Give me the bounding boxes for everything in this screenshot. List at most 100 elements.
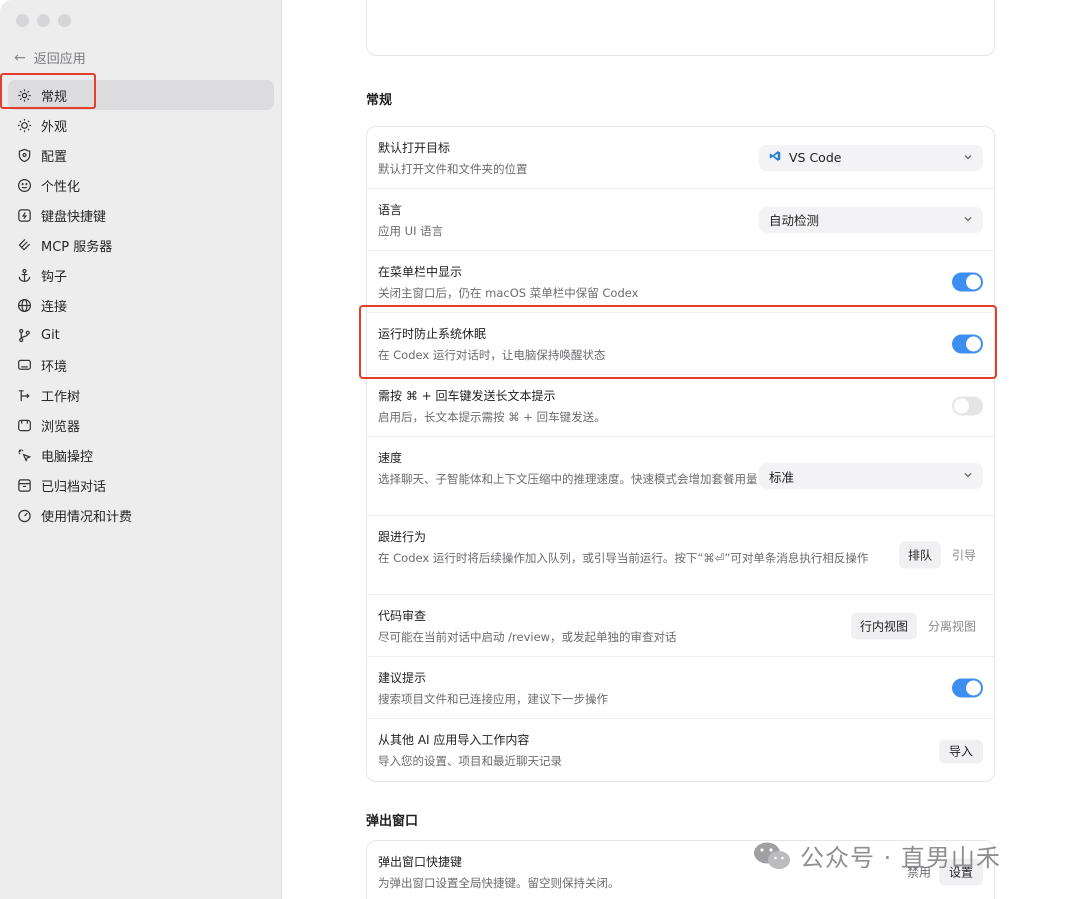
back-label: 返回应用 [33, 52, 86, 67]
mcp-icon [17, 238, 32, 253]
setting-desc: 应用 UI 语言 [378, 224, 444, 238]
setting-row-default-open-target: 默认打开目标 默认打开文件和文件夹的位置 VS Code [367, 127, 994, 189]
close-window-button[interactable] [16, 14, 29, 27]
sidebar-item-label: 键盘快捷键 [41, 209, 107, 225]
previous-card [366, 0, 995, 56]
split-view-option[interactable]: 分离视图 [921, 612, 983, 639]
minimize-window-button[interactable] [37, 14, 50, 27]
sidebar-item-keyboard-shortcuts[interactable]: 键盘快捷键 [8, 200, 274, 230]
setting-desc: 搜索项目文件和已连接应用，建议下一步操作 [378, 692, 608, 706]
section-title-general: 常规 [366, 93, 393, 108]
setting-title: 需按 ⌘ + 回车键发送长文本提示 [378, 389, 556, 403]
sidebar-item-worktree[interactable]: 工作树 [8, 380, 274, 410]
sidebar-item-label: 使用情况和计费 [41, 509, 133, 525]
sidebar-nav: 常规 外观 配置 个性化 键盘快捷键 MCP 服务器 钩子 连接 Git 环境 … [8, 80, 274, 530]
queue-option[interactable]: 排队 [898, 541, 941, 569]
steer-option[interactable]: 引导 [945, 542, 983, 569]
setting-row-follow-up: 跟进行为 在 Codex 运行时将后续操作加入队列，或引导当前运行。按下“⌘⏎”… [367, 516, 994, 595]
sidebar-item-label: 环境 [41, 359, 68, 375]
default-open-target-select[interactable]: VS Code [759, 144, 983, 171]
setting-desc: 为弹出窗口设置全局快捷键。留空则保持关闭。 [378, 876, 620, 890]
sidebar-item-connections[interactable]: 连接 [8, 290, 274, 320]
setting-desc: 启用后，长文本提示需按 ⌘ + 回车键发送。 [378, 410, 606, 424]
sidebar-item-environment[interactable]: 环境 [8, 350, 274, 380]
sidebar-item-hooks[interactable]: 钩子 [8, 260, 274, 290]
sidebar-item-archived-chats[interactable]: 已归档对话 [8, 470, 274, 500]
gauge-icon [17, 508, 32, 523]
setting-row-import: 从其他 AI 应用导入工作内容 导入您的设置、项目和最近聊天记录 导入 [367, 719, 994, 781]
cmd-enter-send-toggle[interactable] [952, 396, 983, 415]
speed-select[interactable]: 标准 [759, 463, 983, 489]
sidebar-item-label: 浏览器 [41, 419, 81, 435]
tree-icon [17, 388, 32, 403]
setting-desc: 关闭主窗口后，仍在 macOS 菜单栏中保留 Codex [378, 286, 639, 300]
suggestions-toggle[interactable] [952, 678, 983, 697]
setting-desc: 尽可能在当前对话中启动 /review，或发起单独的审查对话 [378, 630, 677, 644]
sidebar-item-label: 个性化 [41, 179, 81, 195]
sidebar-item-label: 工作树 [41, 389, 81, 405]
code-review-segmented-control: 行内视图 分离视图 [850, 612, 983, 639]
setting-row-speed: 速度 选择聊天、子智能体和上下文压缩中的推理速度。快速模式会增加套餐用量 标准 [367, 437, 994, 516]
setting-title: 从其他 AI 应用导入工作内容 [378, 733, 530, 747]
select-value: VS Code [789, 150, 842, 165]
sidebar-item-personalization[interactable]: 个性化 [8, 170, 274, 200]
sidebar-item-label: 连接 [41, 299, 68, 315]
setting-title: 跟进行为 [378, 530, 427, 544]
setting-title: 建议提示 [378, 671, 427, 685]
sidebar-item-browser[interactable]: 浏览器 [8, 410, 274, 440]
show-in-menu-bar-toggle[interactable] [952, 272, 983, 291]
sun-icon [17, 118, 32, 133]
setting-desc: 在 Codex 运行时将后续操作加入队列，或引导当前运行。按下“⌘⏎”可对单条消… [378, 551, 869, 565]
sidebar-item-label: 配置 [41, 149, 68, 165]
sidebar-item-usage-billing[interactable]: 使用情况和计费 [8, 500, 274, 530]
prevent-sleep-annotation-frame [359, 305, 997, 379]
setting-title: 在菜单栏中显示 [378, 265, 463, 279]
import-button[interactable]: 导入 [938, 739, 983, 764]
inline-view-option[interactable]: 行内视图 [850, 612, 917, 639]
anchor-icon [17, 268, 32, 283]
sidebar-item-computer-control[interactable]: 电脑操控 [8, 440, 274, 470]
setting-desc: 导入您的设置、项目和最近聊天记录 [378, 754, 562, 768]
setting-row-suggestions: 建议提示 搜索项目文件和已连接应用，建议下一步操作 [367, 657, 994, 719]
keyboard-icon [17, 208, 32, 223]
window-controls [16, 14, 71, 27]
setting-row-code-review: 代码审查 尽可能在当前对话中启动 /review，或发起单独的审查对话 行内视图… [367, 595, 994, 657]
chevron-down-icon [964, 473, 972, 478]
select-value: 自动检测 [769, 213, 820, 228]
smile-icon [17, 178, 32, 193]
sidebar-item-label: 外观 [41, 119, 68, 135]
sidebar-item-appearance[interactable]: 外观 [8, 110, 274, 140]
sidebar-item-label: 电脑操控 [41, 449, 94, 465]
archive-icon [17, 478, 32, 493]
section-title-popup: 弹出窗口 [366, 814, 419, 829]
language-select[interactable]: 自动检测 [759, 206, 983, 233]
setting-row-show-in-menu-bar: 在菜单栏中显示 关闭主窗口后，仍在 macOS 菜单栏中保留 Codex [367, 251, 994, 313]
wechat-icon [754, 842, 790, 869]
settings-window: ← 返回应用 常规 外观 配置 个性化 键盘快捷键 MCP 服务器 钩子 连接 … [0, 0, 1080, 899]
follow-up-segmented-control: 排队 引导 [898, 541, 983, 569]
select-value: 标准 [769, 469, 795, 485]
sidebar-item-mcp-servers[interactable]: MCP 服务器 [8, 230, 274, 260]
sidebar-item-config[interactable]: 配置 [8, 140, 274, 170]
sidebar-item-label: 已归档对话 [41, 479, 107, 495]
browser-icon [17, 418, 32, 433]
shield-icon [17, 148, 32, 163]
setting-row-cmd-enter-send: 需按 ⌘ + 回车键发送长文本提示 启用后，长文本提示需按 ⌘ + 回车键发送。 [367, 375, 994, 437]
sidebar: ← 返回应用 常规 外观 配置 个性化 键盘快捷键 MCP 服务器 钩子 连接 … [0, 0, 282, 899]
sidebar-item-git[interactable]: Git [8, 320, 274, 350]
globe-icon [17, 298, 32, 313]
cursor-icon [17, 448, 32, 463]
active-item-annotation-frame [0, 73, 96, 109]
back-to-app-button[interactable]: ← 返回应用 [14, 48, 86, 68]
zoom-window-button[interactable] [58, 14, 71, 27]
sidebar-item-label: MCP 服务器 [41, 239, 113, 255]
git-branch-icon [17, 328, 32, 343]
vscode-icon [769, 150, 781, 165]
sidebar-item-label: Git [41, 327, 60, 343]
watermark-text: 公众号 · 直男山禾 [800, 844, 1001, 872]
watermark: 公众号 · 直男山禾 [752, 838, 1001, 873]
setting-desc: 选择聊天、子智能体和上下文压缩中的推理速度。快速模式会增加套餐用量 [378, 472, 758, 486]
arrow-left-icon: ← [14, 49, 26, 66]
sidebar-item-label: 钩子 [41, 269, 68, 285]
setting-row-language: 语言 应用 UI 语言 自动检测 [367, 189, 994, 251]
